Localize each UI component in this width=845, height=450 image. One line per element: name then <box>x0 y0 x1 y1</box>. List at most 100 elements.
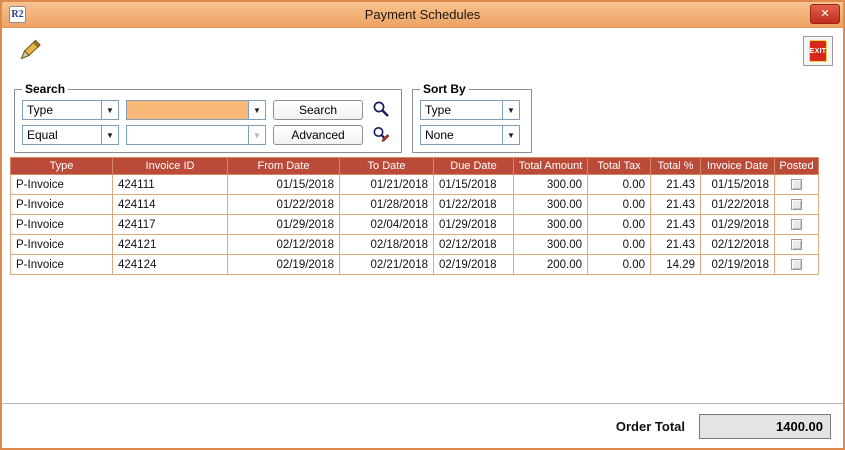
exit-button[interactable]: EXIT <box>803 36 833 66</box>
cell-due_date: 01/22/2018 <box>433 194 514 215</box>
chevron-down-icon[interactable]: ▼ <box>248 101 265 119</box>
cell-invoice_date: 01/15/2018 <box>700 174 775 195</box>
cell-total_amount: 300.00 <box>513 194 588 215</box>
cell-invoice_id: 424111 <box>112 174 228 195</box>
sortby-secondary-combobox[interactable]: None ▼ <box>420 125 520 145</box>
table-header-row: Type Invoice ID From Date To Date Due Date To… <box>10 157 819 175</box>
column-header-type[interactable]: Type <box>10 157 113 175</box>
cell-from_date: 02/19/2018 <box>227 254 340 275</box>
cell-total_tax: 0.00 <box>587 234 651 255</box>
cell-due_date: 01/15/2018 <box>433 174 514 195</box>
search-groupbox: Search Type ▼ ▼ Search Equal ▼ ▼ Advance… <box>14 82 402 153</box>
search-value-text[interactable] <box>127 101 248 119</box>
cell-total_tax: 0.00 <box>587 194 651 215</box>
search-magnifier-button[interactable] <box>370 100 392 120</box>
magnifier-icon <box>372 100 390 121</box>
sortby-secondary-value: None <box>425 128 454 142</box>
posted-checkbox[interactable] <box>791 198 802 210</box>
cell-posted <box>774 214 819 235</box>
cell-type: P-Invoice <box>10 234 113 255</box>
posted-checkbox[interactable] <box>791 218 802 230</box>
cell-posted <box>774 234 819 255</box>
search-operator-value: Equal <box>27 128 58 142</box>
column-header-invoice_date[interactable]: Invoice Date <box>700 157 775 175</box>
posted-checkbox[interactable] <box>791 178 802 190</box>
cell-total_pct: 14.29 <box>650 254 701 275</box>
chevron-down-icon[interactable]: ▼ <box>101 126 118 144</box>
cell-to_date: 01/21/2018 <box>339 174 434 195</box>
cell-posted <box>774 174 819 195</box>
cell-invoice_date: 01/29/2018 <box>700 214 775 235</box>
cell-total_pct: 21.43 <box>650 194 701 215</box>
order-total-field: 1400.00 <box>699 413 831 439</box>
search-operator-value-text <box>127 126 248 144</box>
close-button[interactable]: ✕ <box>810 4 840 24</box>
posted-checkbox[interactable] <box>791 238 802 250</box>
table-row[interactable]: P-Invoice 424124 02/19/2018 02/21/2018 02/19… <box>10 254 819 275</box>
cell-total_amount: 300.00 <box>513 234 588 255</box>
cell-invoice_date: 02/19/2018 <box>700 254 775 275</box>
column-header-invoice_id[interactable]: Invoice ID <box>112 157 228 175</box>
search-operator-value-combobox: ▼ <box>126 125 266 145</box>
payment-table: Type Invoice ID From Date To Date Due Date To… <box>10 157 819 275</box>
cell-to_date: 02/21/2018 <box>339 254 434 275</box>
exit-icon: EXIT <box>808 40 828 62</box>
edit-button[interactable] <box>14 37 48 65</box>
search-value-combobox[interactable]: ▼ <box>126 100 266 120</box>
cell-total_pct: 21.43 <box>650 234 701 255</box>
column-header-to_date[interactable]: To Date <box>339 157 434 175</box>
cell-invoice_date: 01/22/2018 <box>700 194 775 215</box>
table-row[interactable]: P-Invoice 424111 01/15/2018 01/21/2018 01/15… <box>10 174 819 195</box>
cell-total_tax: 0.00 <box>587 174 651 195</box>
column-header-total_amount[interactable]: Total Amount <box>513 157 588 175</box>
cell-invoice_id: 424117 <box>112 214 228 235</box>
column-header-posted[interactable]: Posted <box>774 157 819 175</box>
advanced-search-icon <box>372 125 390 146</box>
titlebar[interactable]: R2 Payment Schedules ✕ <box>2 2 843 28</box>
cell-invoice_id: 424121 <box>112 234 228 255</box>
chevron-down-icon[interactable]: ▼ <box>101 101 118 119</box>
cell-due_date: 01/29/2018 <box>433 214 514 235</box>
cell-type: P-Invoice <box>10 174 113 195</box>
table-row[interactable]: P-Invoice 424121 02/12/2018 02/18/2018 02/12… <box>10 234 819 255</box>
cell-from_date: 01/22/2018 <box>227 194 340 215</box>
column-header-total_tax[interactable]: Total Tax <box>587 157 651 175</box>
chevron-down-icon[interactable]: ▼ <box>502 126 519 144</box>
edit-pencil-icon <box>19 39 43 64</box>
footer: Order Total 1400.00 <box>2 403 843 448</box>
cell-due_date: 02/12/2018 <box>433 234 514 255</box>
search-field-combobox[interactable]: Type ▼ <box>22 100 119 120</box>
cell-to_date: 02/04/2018 <box>339 214 434 235</box>
posted-checkbox[interactable] <box>791 258 802 270</box>
cell-posted <box>774 254 819 275</box>
cell-to_date: 01/28/2018 <box>339 194 434 215</box>
cell-invoice_id: 424114 <box>112 194 228 215</box>
app-icon: R2 <box>9 6 26 23</box>
search-button[interactable]: Search <box>273 100 363 120</box>
toolbar: EXIT <box>2 28 843 82</box>
table-row[interactable]: P-Invoice 424117 01/29/2018 02/04/2018 01/29… <box>10 214 819 235</box>
cell-from_date: 02/12/2018 <box>227 234 340 255</box>
advanced-button[interactable]: Advanced <box>273 125 363 145</box>
empty-area <box>2 275 843 403</box>
column-header-total_pct[interactable]: Total % <box>650 157 701 175</box>
cell-invoice_date: 02/12/2018 <box>700 234 775 255</box>
sortby-groupbox: Sort By Type ▼ None ▼ <box>412 82 532 153</box>
column-header-from_date[interactable]: From Date <box>227 157 340 175</box>
cell-total_pct: 21.43 <box>650 214 701 235</box>
cell-from_date: 01/29/2018 <box>227 214 340 235</box>
cell-due_date: 02/19/2018 <box>433 254 514 275</box>
cell-total_amount: 200.00 <box>513 254 588 275</box>
search-operator-combobox[interactable]: Equal ▼ <box>22 125 119 145</box>
payment-grid: Type Invoice ID From Date To Date Due Date To… <box>2 153 843 275</box>
cell-total_tax: 0.00 <box>587 214 651 235</box>
cell-type: P-Invoice <box>10 194 113 215</box>
cell-total_amount: 300.00 <box>513 174 588 195</box>
window-title: Payment Schedules <box>364 7 481 22</box>
table-row[interactable]: P-Invoice 424114 01/22/2018 01/28/2018 01/22… <box>10 194 819 215</box>
chevron-down-icon[interactable]: ▼ <box>502 101 519 119</box>
advanced-search-button[interactable] <box>370 125 392 145</box>
chevron-down-icon: ▼ <box>248 126 265 144</box>
sortby-primary-combobox[interactable]: Type ▼ <box>420 100 520 120</box>
column-header-due_date[interactable]: Due Date <box>433 157 514 175</box>
